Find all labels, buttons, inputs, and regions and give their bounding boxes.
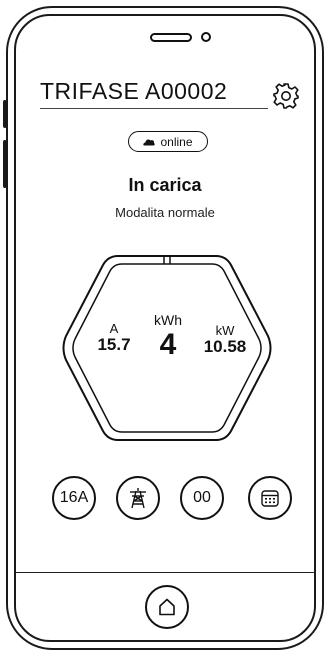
energy-reading: kWh 4 xyxy=(146,313,190,360)
energy-value: 4 xyxy=(159,328,177,361)
current-reading: A 15.7 xyxy=(94,322,134,354)
current-unit: A xyxy=(109,321,119,336)
power-unit: kW xyxy=(215,323,235,338)
front-camera xyxy=(201,32,211,42)
pylon-icon xyxy=(130,488,146,509)
amperage-label: 16A xyxy=(59,489,89,506)
status-pill: online xyxy=(128,131,208,152)
amperage-button[interactable]: 16A xyxy=(52,476,96,520)
header: TRIFASE A00002 xyxy=(40,78,268,108)
home-icon xyxy=(159,598,175,616)
calendar-icon xyxy=(261,490,279,507)
schedule-button[interactable] xyxy=(248,476,292,520)
charging-mode: Modalita normale xyxy=(115,205,215,220)
home-button[interactable] xyxy=(145,585,189,629)
energy-unit: kWh xyxy=(154,312,182,328)
pause-label: 00 xyxy=(193,489,211,506)
pause-button[interactable]: 00 xyxy=(180,476,224,520)
status-pill-label: online xyxy=(160,134,193,149)
cloud-icon xyxy=(143,138,156,145)
volume-up-button xyxy=(3,100,7,128)
bottom-divider xyxy=(16,572,314,573)
power-value: 10.58 xyxy=(203,337,247,356)
charging-status: In carica xyxy=(128,175,202,195)
power-reading: kW 10.58 xyxy=(198,324,252,356)
speaker-grille xyxy=(150,33,192,42)
grid-button[interactable] xyxy=(116,476,160,520)
current-value: 15.7 xyxy=(97,335,131,354)
title-underline xyxy=(40,108,268,109)
device-title: TRIFASE A00002 xyxy=(40,78,228,104)
gear-icon[interactable] xyxy=(272,82,300,110)
